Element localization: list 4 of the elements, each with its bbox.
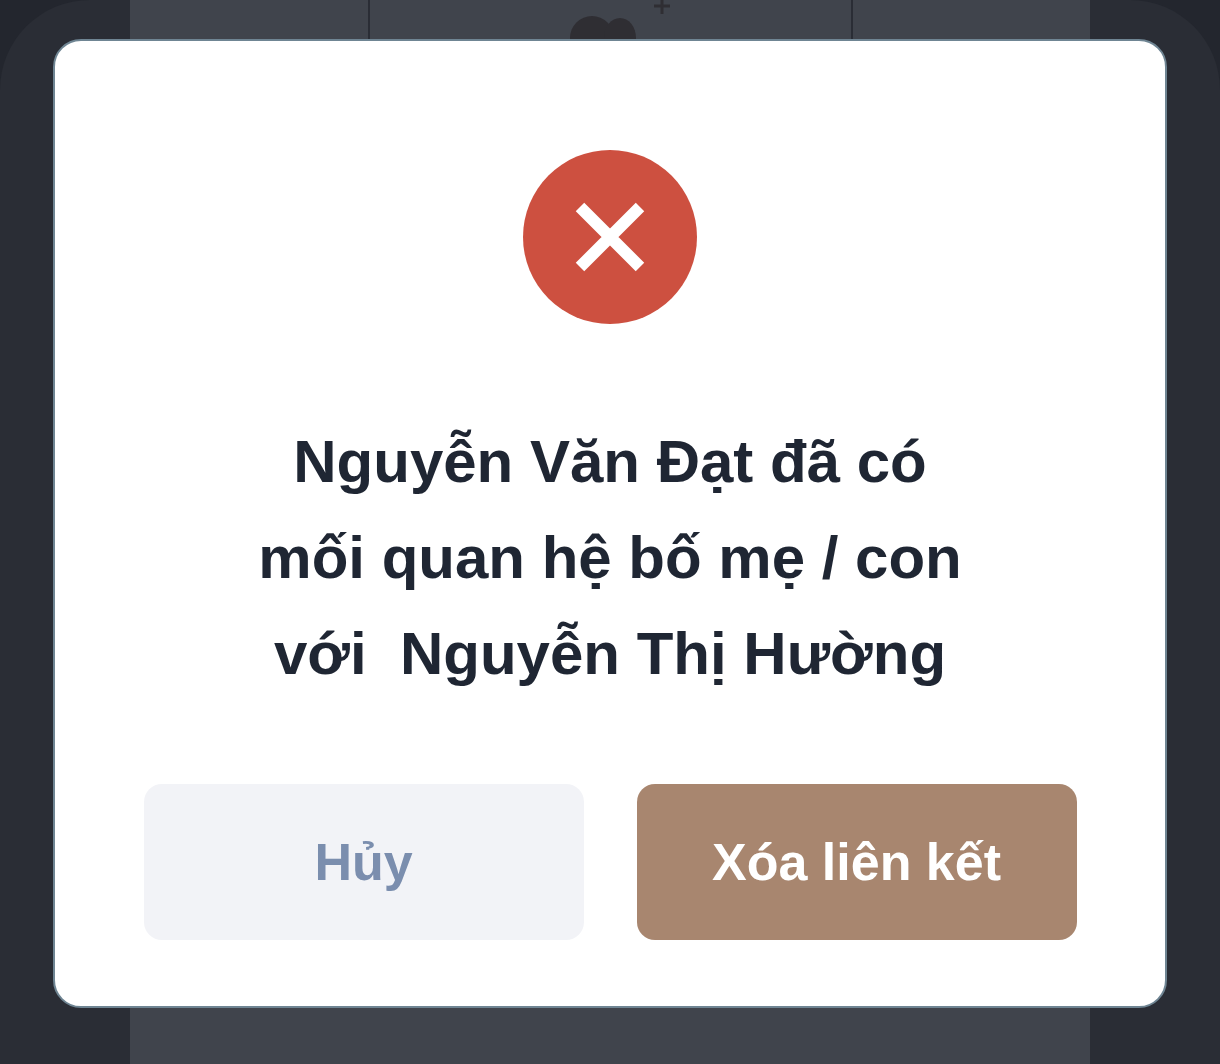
dialog-message: Nguyễn Văn Đạt đã có mối quan hệ bố mẹ / con với Nguyễn Thị Hường: [258, 427, 962, 689]
unlink-button[interactable]: Xóa liên kết: [636, 784, 1077, 940]
cancel-button[interactable]: Hủy: [143, 784, 584, 940]
error-icon: [523, 150, 697, 324]
